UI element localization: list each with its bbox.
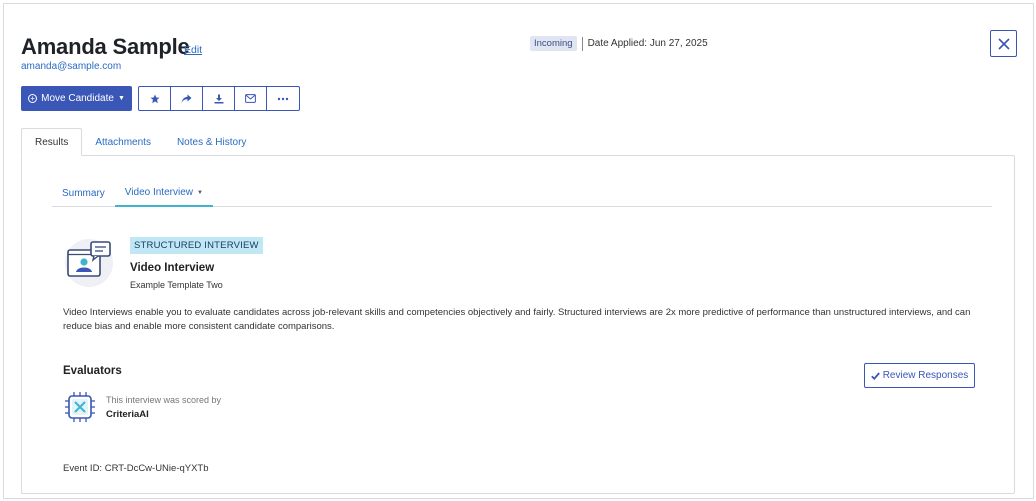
download-icon [214, 94, 223, 103]
edit-link[interactable]: Edit [184, 44, 202, 56]
email-button[interactable] [235, 87, 267, 110]
move-candidate-label: Move Candidate [41, 93, 114, 104]
share-button[interactable] [171, 87, 203, 110]
tab-notes-history[interactable]: Notes & History [164, 128, 259, 156]
candidate-email[interactable]: amanda@sample.com [21, 61, 121, 72]
favorite-button[interactable] [139, 87, 171, 110]
more-options-button[interactable] [267, 87, 299, 110]
review-responses-label: Review Responses [882, 370, 969, 381]
interview-description: Video Interviews enable you to evaluate … [63, 307, 971, 332]
subtab-summary[interactable]: Summary [52, 180, 115, 207]
subtab-video-interview[interactable]: Video Interview ▼ [114, 180, 213, 207]
close-icon [997, 37, 1010, 50]
divider [581, 36, 583, 51]
subtab-video-interview-label: Video Interview [124, 187, 193, 198]
more-icon [277, 97, 289, 100]
envelope-icon [245, 94, 256, 103]
status-badge: Incoming [530, 36, 577, 51]
plus-circle-icon: + [28, 94, 38, 103]
criteria-ai-icon [65, 392, 95, 422]
interview-title: Video Interview [130, 262, 215, 274]
video-interview-icon [65, 239, 113, 287]
evaluators-heading: Evaluators [63, 365, 122, 377]
status-info: Incoming Date Applied: Jun 27, 2025 [530, 36, 708, 51]
tab-results[interactable]: Results [21, 128, 83, 156]
scored-by-text: This interview was scored by [106, 395, 222, 405]
chevron-down-icon: ▼ [197, 189, 203, 196]
structured-interview-badge: STRUCTURED INTERVIEW [130, 237, 263, 254]
date-applied: Date Applied: Jun 27, 2025 [587, 38, 708, 49]
action-toolbar [138, 86, 300, 111]
candidate-name: Amanda Sample [21, 34, 190, 59]
event-id: Event ID: CRT-DcCw-UNie-qYXTb [63, 463, 209, 474]
tab-attachments[interactable]: Attachments [82, 128, 164, 156]
result-subtabs: Summary Video Interview ▼ [52, 180, 992, 207]
star-icon [150, 94, 159, 103]
move-candidate-button[interactable]: + Move Candidate ▼ [21, 86, 132, 111]
review-responses-button[interactable]: Review Responses [864, 363, 975, 388]
checkmark-icon [870, 371, 880, 380]
chevron-down-icon: ▼ [117, 95, 125, 102]
interview-template: Example Template Two [130, 280, 223, 290]
close-button[interactable] [990, 30, 1017, 57]
main-tabs: Results Attachments Notes & History [21, 128, 259, 156]
share-icon [181, 94, 192, 103]
scorer-name: CriteriaAI [106, 409, 149, 420]
download-button[interactable] [203, 87, 235, 110]
